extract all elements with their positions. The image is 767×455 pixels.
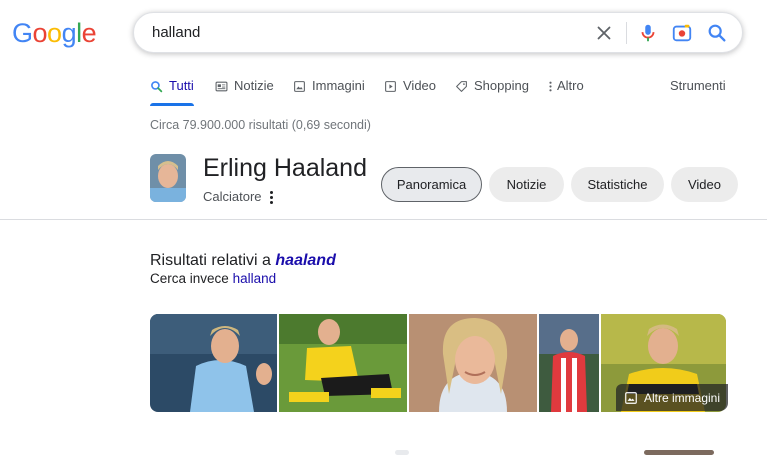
player-photo	[150, 314, 277, 412]
related-prefix: Risultati relativi a	[150, 252, 271, 269]
tab-tutti[interactable]: Tutti	[150, 78, 194, 106]
tab-notizie[interactable]: Notizie	[215, 78, 274, 106]
image-icon	[625, 391, 637, 404]
logo-letter: g	[61, 18, 77, 48]
entity-name: Erling Haaland	[203, 154, 367, 182]
tab-label: Notizie	[234, 78, 274, 93]
more-images-label: Altre immagini	[644, 390, 721, 405]
instead-prefix: Cerca invece	[150, 271, 229, 286]
microphone-icon[interactable]	[637, 22, 659, 44]
tab-altro[interactable]: Altro	[548, 78, 584, 106]
tab-label: Tutti	[169, 78, 194, 93]
chip-statistiche[interactable]: Statistiche	[571, 167, 664, 202]
search-icon[interactable]	[706, 22, 728, 44]
next-result-thumbnail	[644, 450, 714, 455]
tab-video[interactable]: Video	[384, 78, 436, 106]
more-vert-icon	[549, 81, 552, 92]
chip-video[interactable]: Video	[671, 167, 738, 202]
search-input[interactable]: halland	[152, 24, 200, 41]
tab-label: Immagini	[312, 78, 365, 93]
video-icon	[385, 81, 396, 92]
tools-button[interactable]: Strumenti	[670, 78, 726, 93]
search-tabs: Tutti Notizie Immagini Video Shopping Al…	[150, 78, 740, 106]
player-photo	[409, 314, 537, 412]
showing-results-for: Risultati relativi a haaland	[150, 252, 336, 270]
tab-label: Video	[403, 78, 437, 93]
image-tile-1[interactable]	[150, 314, 277, 412]
logo-letter: o	[32, 18, 48, 48]
avatar[interactable]	[150, 154, 186, 202]
image-icon	[294, 81, 305, 92]
search-icon	[151, 81, 163, 93]
player-photo	[539, 314, 599, 412]
corrected-query-link[interactable]: haaland	[275, 252, 335, 269]
result-stats: Circa 79.900.000 risultati (0,69 secondi…	[150, 118, 371, 132]
player-photo	[279, 314, 407, 412]
clear-icon[interactable]	[593, 22, 615, 44]
image-tile-2[interactable]	[279, 314, 407, 412]
tab-immagini[interactable]: Immagini	[293, 78, 365, 106]
divider	[0, 219, 767, 220]
tab-shopping[interactable]: Shopping	[455, 78, 529, 106]
more-images-button[interactable]: Altre immagini	[616, 384, 729, 411]
chip-panoramica[interactable]: Panoramica	[381, 167, 482, 202]
camera-lens-icon[interactable]	[671, 22, 693, 44]
tag-icon	[456, 81, 467, 92]
search-box[interactable]: halland	[133, 12, 743, 53]
logo-letter: e	[81, 18, 97, 48]
chip-notizie[interactable]: Notizie	[489, 167, 564, 202]
google-logo[interactable]: Google	[12, 18, 97, 49]
entity-subtitle: Calciatore	[203, 189, 262, 204]
tab-label: Shopping	[474, 78, 529, 93]
search-divider	[626, 22, 627, 44]
original-query-link[interactable]: halland	[233, 271, 277, 286]
image-tile-3[interactable]	[409, 314, 537, 412]
next-result-peek	[395, 450, 409, 455]
logo-letter: G	[12, 18, 33, 48]
news-icon	[215, 81, 228, 92]
tab-label: Altro	[557, 78, 584, 93]
search-instead: Cerca invece halland	[150, 271, 276, 286]
player-photo	[150, 154, 186, 202]
more-vert-icon[interactable]	[270, 191, 274, 204]
logo-letter: o	[47, 18, 62, 48]
image-tile-4[interactable]	[539, 314, 599, 412]
